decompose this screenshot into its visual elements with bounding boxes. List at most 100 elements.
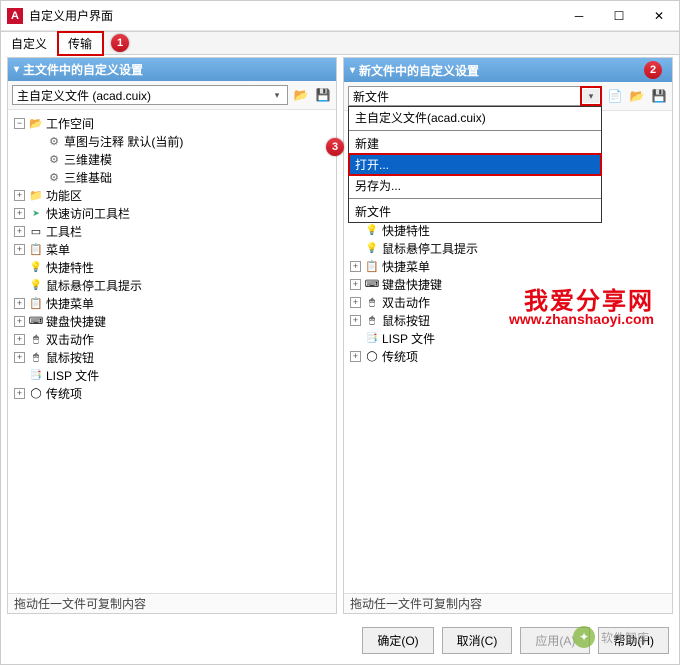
lisp-icon (28, 368, 44, 382)
left-panel: ▾ 主文件中的自定义设置 主自定义文件 (acad.cuix) ▾ 📂 💾 −📂… (7, 57, 337, 614)
callout-2: 2 (644, 61, 662, 79)
tree-item[interactable]: 传统项 (382, 348, 418, 365)
collapse-icon: ▾ (350, 65, 355, 76)
expander-icon[interactable]: + (350, 351, 361, 362)
right-file-combo[interactable]: 新文件 ▾ (348, 86, 602, 106)
left-combo-value: 主自定义文件 (acad.cuix) (17, 87, 151, 104)
tree-item[interactable]: 三维建模 (64, 151, 112, 168)
separator (349, 198, 601, 199)
expander-icon[interactable]: + (14, 298, 25, 309)
folder-icon: 📂 (28, 116, 44, 130)
app-icon: A (7, 8, 23, 24)
open-folder-icon[interactable]: 📂 (292, 86, 310, 104)
bulb-icon (28, 278, 44, 292)
tree-item[interactable]: LISP 文件 (46, 367, 99, 384)
tree-item[interactable]: 菜单 (46, 241, 70, 258)
tree-item[interactable]: 鼠标悬停工具提示 (46, 277, 142, 294)
open-folder-icon[interactable]: 📂 (628, 87, 646, 105)
left-file-combo[interactable]: 主自定义文件 (acad.cuix) ▾ (12, 85, 288, 105)
tree-item[interactable]: 双击动作 (382, 294, 430, 311)
dropdown-item-new[interactable]: 新建 (349, 133, 601, 154)
callout-3: 3 (326, 138, 344, 156)
tree-item[interactable]: 鼠标按钮 (382, 312, 430, 329)
watermark-url: www.zhanshaoyi.com (509, 311, 654, 327)
bulb-icon (364, 241, 380, 255)
expander-icon[interactable]: + (350, 261, 361, 272)
mouse-icon (28, 350, 44, 364)
right-panel: ▾ 新文件中的自定义设置 2 新文件 ▾ 📄 📂 💾 主自定义文件(acad.c… (343, 57, 673, 614)
expander-icon[interactable]: + (14, 244, 25, 255)
legacy-icon (28, 386, 44, 400)
tree-item[interactable]: 快捷菜单 (46, 295, 94, 312)
gear-icon (46, 134, 62, 148)
footer-watermark: ✦ 软件智库 (573, 626, 649, 648)
expander-icon[interactable]: + (14, 208, 25, 219)
tree-item[interactable]: 传统项 (46, 385, 82, 402)
tree-item[interactable]: 快捷特性 (382, 222, 430, 239)
new-file-icon[interactable]: 📄 (606, 87, 624, 105)
expander-icon[interactable]: + (350, 279, 361, 290)
right-footer-hint: 拖动任一文件可复制内容 (344, 593, 672, 613)
tree-item[interactable]: 草图与注释 默认(当前) (64, 133, 183, 150)
tree-item[interactable]: 功能区 (46, 187, 82, 204)
file-dropdown[interactable]: 主自定义文件(acad.cuix) 新建 打开... 另存为... 新文件 (348, 106, 602, 223)
expander-icon[interactable]: + (14, 190, 25, 201)
right-combo-value: 新文件 (353, 88, 389, 105)
tree-item[interactable]: 快捷特性 (46, 259, 94, 276)
keyboard-icon (364, 277, 380, 291)
dropdown-item-saveas[interactable]: 另存为... (349, 175, 601, 196)
save-icon[interactable]: 💾 (314, 86, 332, 104)
left-panel-header[interactable]: ▾ 主文件中的自定义设置 (8, 58, 336, 81)
expander-icon[interactable]: + (14, 388, 25, 399)
toolbar-icon: ▭ (28, 224, 44, 238)
tab-customize[interactable]: 自定义 (1, 32, 58, 55)
tab-transfer[interactable]: 传输 (58, 32, 103, 55)
collapse-icon: ▾ (14, 64, 19, 75)
right-panel-header[interactable]: ▾ 新文件中的自定义设置 2 (344, 58, 672, 82)
wechat-icon: ✦ (573, 626, 595, 648)
dropdown-item-open[interactable]: 打开... (349, 154, 601, 175)
dropdown-item-newfile[interactable]: 新文件 (349, 201, 601, 222)
cancel-button[interactable]: 取消(C) (442, 627, 513, 654)
title-bar: A 自定义用户界面 ─ ☐ ✕ (1, 1, 679, 31)
folder-icon: 📁 (28, 188, 44, 202)
bulb-icon (364, 223, 380, 237)
save-icon[interactable]: 💾 (650, 87, 668, 105)
close-button[interactable]: ✕ (645, 5, 673, 27)
keyboard-icon (28, 314, 44, 328)
tree-item[interactable]: 键盘快捷键 (382, 276, 442, 293)
tree-item[interactable]: 工作空间 (46, 115, 94, 132)
expander-icon[interactable]: + (14, 352, 25, 363)
tree-item[interactable]: 工具栏 (46, 223, 82, 240)
minimize-button[interactable]: ─ (565, 5, 593, 27)
tree-item[interactable]: 键盘快捷键 (46, 313, 106, 330)
expander-icon[interactable]: − (14, 118, 25, 129)
ok-button[interactable]: 确定(O) (362, 627, 433, 654)
tree-item[interactable]: 快捷菜单 (382, 258, 430, 275)
maximize-button[interactable]: ☐ (605, 5, 633, 27)
chevron-down-icon[interactable]: ▾ (583, 89, 599, 103)
mouse-icon (364, 313, 380, 327)
tree-item[interactable]: LISP 文件 (382, 330, 435, 347)
tree-item[interactable]: 双击动作 (46, 331, 94, 348)
tree-item[interactable]: 鼠标按钮 (46, 349, 94, 366)
toolbar-icon (28, 206, 44, 220)
left-header-label: 主文件中的自定义设置 (23, 61, 143, 78)
dropdown-item[interactable]: 主自定义文件(acad.cuix) (349, 107, 601, 128)
tree-item[interactable]: 快速访问工具栏 (46, 205, 130, 222)
tree-item[interactable]: 鼠标悬停工具提示 (382, 240, 478, 257)
expander-icon[interactable]: + (350, 297, 361, 308)
tree-item[interactable]: 三维基础 (64, 169, 112, 186)
expander-icon[interactable]: + (14, 334, 25, 345)
expander-icon[interactable]: + (14, 226, 25, 237)
window-title: 自定义用户界面 (29, 7, 565, 24)
watermark-footer: 软件智库 (601, 629, 649, 646)
expander-icon[interactable]: + (14, 316, 25, 327)
separator (349, 130, 601, 131)
left-tree[interactable]: −📂工作空间 草图与注释 默认(当前) 三维建模 三维基础 +📁功能区 +快速访… (8, 110, 336, 593)
expander-icon[interactable]: + (350, 315, 361, 326)
menu-icon: 📋 (28, 242, 44, 256)
lisp-icon (364, 331, 380, 345)
mouse-icon (364, 295, 380, 309)
mouse-icon (28, 332, 44, 346)
